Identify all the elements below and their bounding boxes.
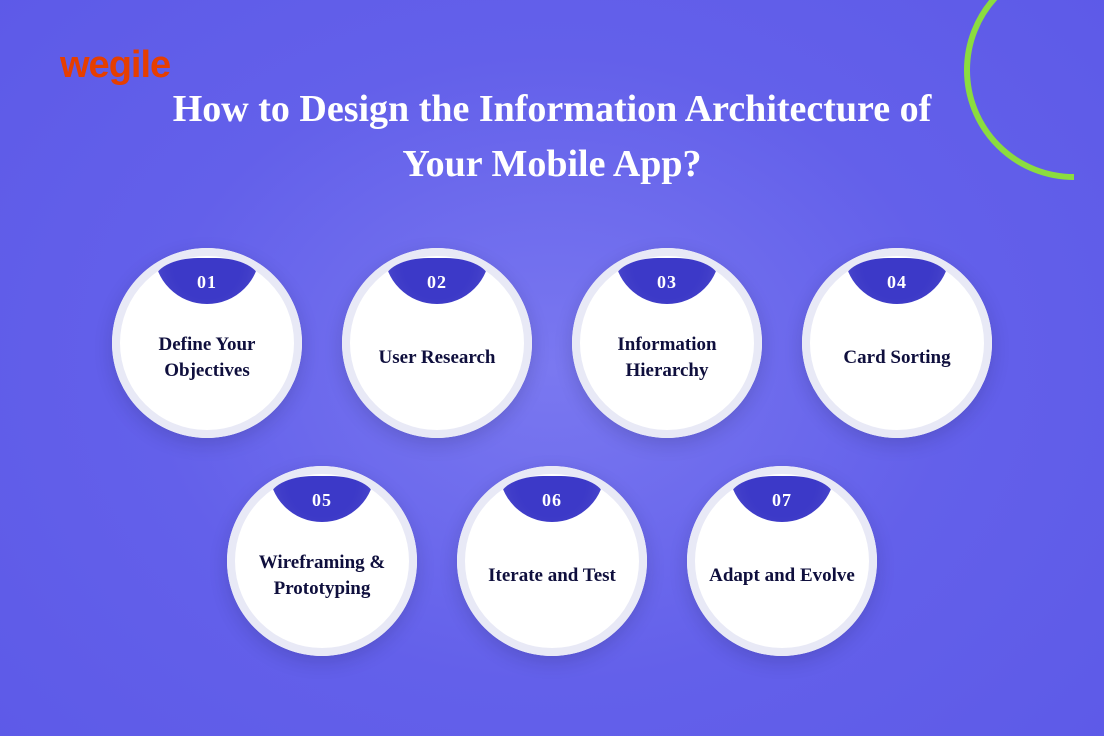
step-label: Adapt and Evolve: [709, 563, 855, 589]
steps-row-1: 01 Define Your Objectives 02 User Resear…: [112, 248, 992, 438]
steps-row-2: 05 Wireframing & Prototyping 06 Iterate …: [227, 466, 877, 656]
diagram-canvas: wegile How to Design the Information Arc…: [0, 0, 1104, 736]
step-04: 04 Card Sorting: [802, 248, 992, 438]
steps-container: 01 Define Your Objectives 02 User Resear…: [0, 248, 1104, 656]
step-label: Iterate and Test: [488, 563, 616, 589]
step-01: 01 Define Your Objectives: [112, 248, 302, 438]
step-number: 06: [542, 490, 562, 511]
step-label: Information Hierarchy: [594, 332, 740, 383]
step-number: 01: [197, 272, 217, 293]
step-number: 02: [427, 272, 447, 293]
step-number: 05: [312, 490, 332, 511]
step-label: Define Your Objectives: [134, 332, 280, 383]
step-number: 07: [772, 490, 792, 511]
step-label: Card Sorting: [843, 345, 950, 371]
step-label: Wireframing & Prototyping: [249, 550, 395, 601]
step-06: 06 Iterate and Test: [457, 466, 647, 656]
brand-logo: wegile: [60, 44, 170, 87]
step-number: 04: [887, 272, 907, 293]
step-number: 03: [657, 272, 677, 293]
step-03: 03 Information Hierarchy: [572, 248, 762, 438]
step-05: 05 Wireframing & Prototyping: [227, 466, 417, 656]
step-label: User Research: [379, 345, 496, 371]
step-07: 07 Adapt and Evolve: [687, 466, 877, 656]
page-title: How to Design the Information Architectu…: [0, 82, 1104, 192]
step-02: 02 User Research: [342, 248, 532, 438]
